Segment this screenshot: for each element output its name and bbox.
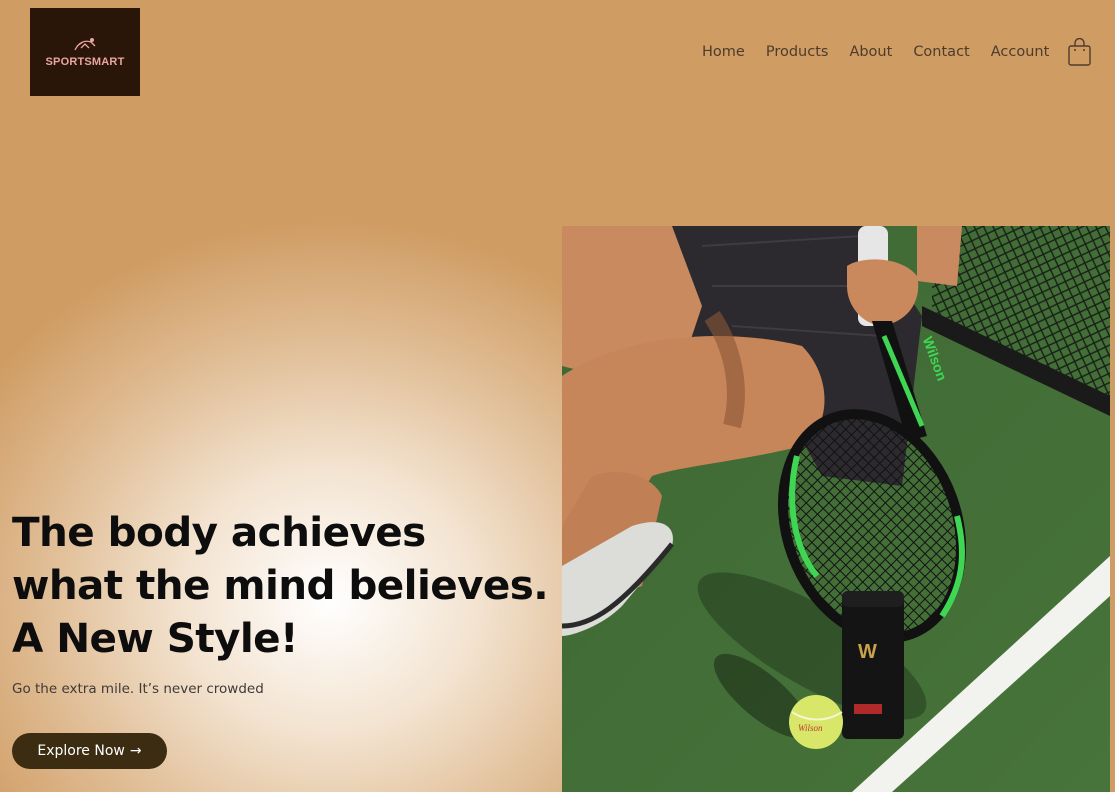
explore-now-label: Explore Now: [37, 743, 125, 759]
hero-text: The body achieves what the mind believes…: [12, 506, 572, 697]
shopping-bag-icon[interactable]: [1068, 38, 1091, 66]
logo-text: SPORTSMART: [45, 56, 125, 68]
runner-logo-icon: [74, 38, 96, 51]
nav-link-about[interactable]: About: [849, 44, 892, 60]
nav-link-account[interactable]: Account: [991, 44, 1050, 60]
hero-subline: Go the extra mile. It’s never crowded: [12, 681, 264, 697]
headline-line-1: The body achieves: [12, 508, 426, 556]
nav-link-products[interactable]: Products: [766, 44, 829, 60]
hero-headline: The body achieves what the mind believes…: [12, 506, 572, 665]
ball-can-logo: W: [858, 641, 877, 663]
explore-now-button[interactable]: Explore Now →: [12, 733, 167, 769]
hero-image: Wilson W Wilson: [562, 226, 1110, 792]
nav-link-contact[interactable]: Contact: [913, 44, 969, 60]
arrow-right-icon: →: [129, 743, 142, 759]
logo[interactable]: SPORTSMART: [30, 8, 140, 96]
headline-line-2: what the mind believes.: [12, 561, 549, 609]
headline-line-3: A New Style!: [12, 614, 298, 662]
tennis-ball-brand-text: Wilson: [798, 723, 823, 733]
nav-links: Home Products About Contact Account: [702, 44, 1049, 60]
navbar: SPORTSMART Home Products About Contact A…: [0, 0, 1115, 110]
tennis-court-illustration: Wilson W Wilson: [562, 226, 1110, 792]
nav-link-home[interactable]: Home: [702, 44, 745, 60]
